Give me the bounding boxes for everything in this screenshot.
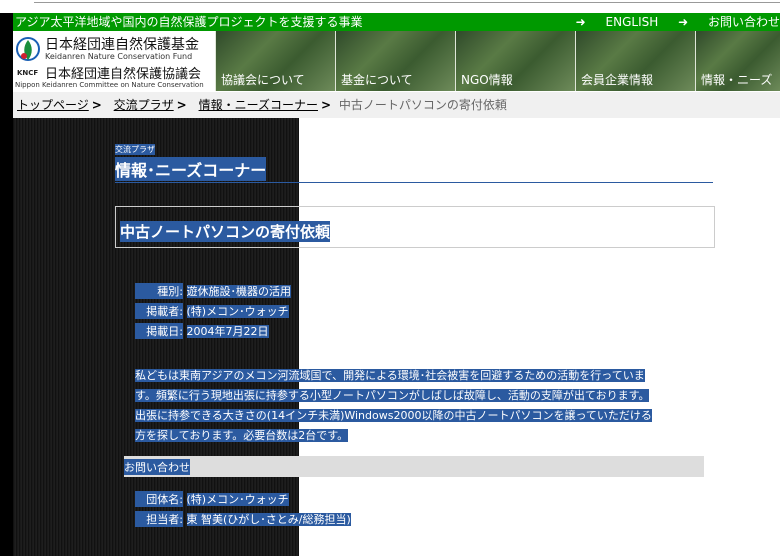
meta-poster: 掲載者: (特)メコン･ウォッチ: [135, 303, 289, 319]
breadcrumb-separator: >: [320, 98, 332, 112]
page-title: 情報･ニーズコーナー: [115, 157, 267, 181]
logo-abbr: KNCF: [17, 69, 39, 77]
contact-heading-bar: [124, 456, 704, 477]
top-green-bar: アジア太平洋地域や国内の自然保護プロジェクトを支援する事業 ➜ ENGLISH …: [13, 13, 780, 31]
article-title: 中古ノートパソコンの寄付依頼: [120, 221, 331, 242]
top-strip: [0, 0, 780, 13]
nav-tab-fund[interactable]: 基金について: [335, 31, 455, 91]
breadcrumb-separator: >: [176, 98, 187, 112]
breadcrumb-current: 中古ノートパソコンの寄付依頼: [338, 98, 507, 112]
contact-org: 団体名: (特)メコン･ウォッチ: [135, 491, 289, 507]
meta-date: 掲載日: 2004年7月22日: [135, 323, 269, 339]
breadcrumb-home[interactable]: トップページ: [17, 98, 89, 112]
contact-person: 担当者: 東 智美(ひがし･さとみ/総務担当): [135, 511, 351, 527]
header: KNCF 日本経団連自然保護基金 Keidanren Nature Conser…: [13, 31, 780, 91]
english-link[interactable]: ➜ ENGLISH: [576, 15, 659, 29]
section-parent-label: 交流プラザ: [115, 144, 155, 155]
contact-heading: お問い合わせ: [124, 459, 190, 475]
body-line: 私どもは東南アジアのメコン河流域国で、開発による環境･社会被害を回避するための活…: [135, 369, 645, 382]
site-logo[interactable]: KNCF 日本経団連自然保護基金 Keidanren Nature Conser…: [13, 31, 214, 91]
left-dark-margin: [0, 13, 13, 556]
kncf-logo-icon: [16, 37, 40, 61]
breadcrumb: トップページ > 交流プラザ > 情報・ニーズコーナー > 中古ノートパソコンの寄付依…: [13, 92, 780, 118]
nav-tab-ngo[interactable]: NGO情報: [455, 31, 575, 91]
body-line: 出張に持参できる大きさの(14インチ未満)Windows2000以降の中古ノート…: [135, 409, 652, 422]
title-rule: [115, 182, 713, 183]
breadcrumb-separator: >: [91, 98, 102, 112]
logo-committee-jp: 日本経団連自然保護協議会: [45, 67, 202, 82]
body-line: 方を探しております。必要台数は2台です。: [135, 429, 349, 442]
article-body: 私どもは東南アジアのメコン河流域国で、開発による環境･社会被害を回避するための活…: [135, 366, 695, 446]
nav-tab-members[interactable]: 会員企業情報: [575, 31, 695, 91]
nav-tab-association[interactable]: 協議会について: [215, 31, 335, 91]
contact-link[interactable]: ➜ お問い合わせ: [678, 15, 780, 29]
meta-type: 種別: 遊休施設･機器の活用: [135, 283, 291, 299]
nav-tab-info[interactable]: 情報・ニーズ: [695, 31, 780, 91]
top-divider: [34, 2, 780, 7]
logo-fund-en: Keidanren Nature Conservation Fund: [45, 52, 193, 61]
logo-committee-en: Nippon Keidanren Committee on Nature Con…: [15, 81, 204, 89]
tagline: アジア太平洋地域や国内の自然保護プロジェクトを支援する事業: [15, 15, 363, 29]
body-line: す。頻繁に行う現地出張に持参する小型ノートパソコンがしばしば故障し、活動の支障が…: [135, 389, 650, 402]
logo-fund-jp: 日本経団連自然保護基金: [45, 37, 199, 53]
breadcrumb-info-corner[interactable]: 情報・ニーズコーナー: [199, 98, 318, 112]
breadcrumb-plaza[interactable]: 交流プラザ: [114, 98, 174, 112]
